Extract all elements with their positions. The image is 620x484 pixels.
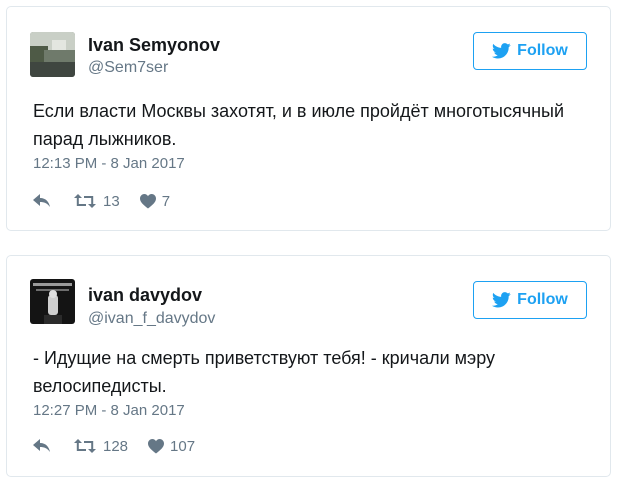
timestamp[interactable]: 12:13 PM - 8 Jan 2017: [33, 155, 185, 172]
tweet-actions: 128 107: [33, 435, 195, 457]
avatar[interactable]: [30, 279, 75, 324]
like-count: 107: [170, 437, 196, 455]
tweet-text: - Идущие на смерть приветствуют тебя! - …: [33, 348, 496, 396]
follow-label: Follow: [517, 42, 568, 59]
retweet-count: 13: [103, 192, 120, 210]
twitter-bird-icon: [492, 43, 511, 59]
follow-label: Follow: [517, 291, 568, 308]
reply-icon: [33, 194, 50, 207]
tweet-card: Ivan Semyonov @Sem7ser Follow Если власт…: [6, 6, 611, 231]
author-name[interactable]: ivan davydov: [88, 285, 202, 306]
tweet-actions: 13 7: [33, 190, 170, 212]
avatar[interactable]: [30, 32, 75, 77]
reply-button[interactable]: [33, 439, 51, 453]
heart-icon: [139, 193, 156, 208]
twitter-bird-icon: [492, 292, 511, 308]
tweet-card: ivan davydov @ivan_f_davydov Follow - Ид…: [6, 255, 611, 477]
retweet-icon: [74, 439, 96, 453]
like-button[interactable]: 7: [139, 192, 171, 210]
retweet-icon: [74, 194, 96, 208]
follow-button[interactable]: Follow: [473, 32, 587, 70]
reply-button[interactable]: [33, 194, 51, 208]
timestamp[interactable]: 12:27 PM - 8 Jan 2017: [33, 402, 185, 419]
follow-button[interactable]: Follow: [473, 281, 587, 319]
retweet-count: 128: [103, 437, 129, 455]
like-count: 7: [161, 192, 171, 210]
heart-icon: [148, 438, 165, 453]
like-button[interactable]: 107: [148, 438, 195, 455]
retweet-button[interactable]: 128: [73, 438, 128, 455]
author-handle[interactable]: @ivan_f_davydov: [88, 310, 215, 328]
author-name[interactable]: Ivan Semyonov: [88, 35, 220, 56]
author-handle[interactable]: @Sem7ser: [88, 59, 168, 77]
reply-icon: [33, 439, 50, 452]
retweet-button[interactable]: 13: [73, 193, 120, 210]
tweet-text: Если власти Москвы захотят, и в июле про…: [33, 101, 565, 149]
